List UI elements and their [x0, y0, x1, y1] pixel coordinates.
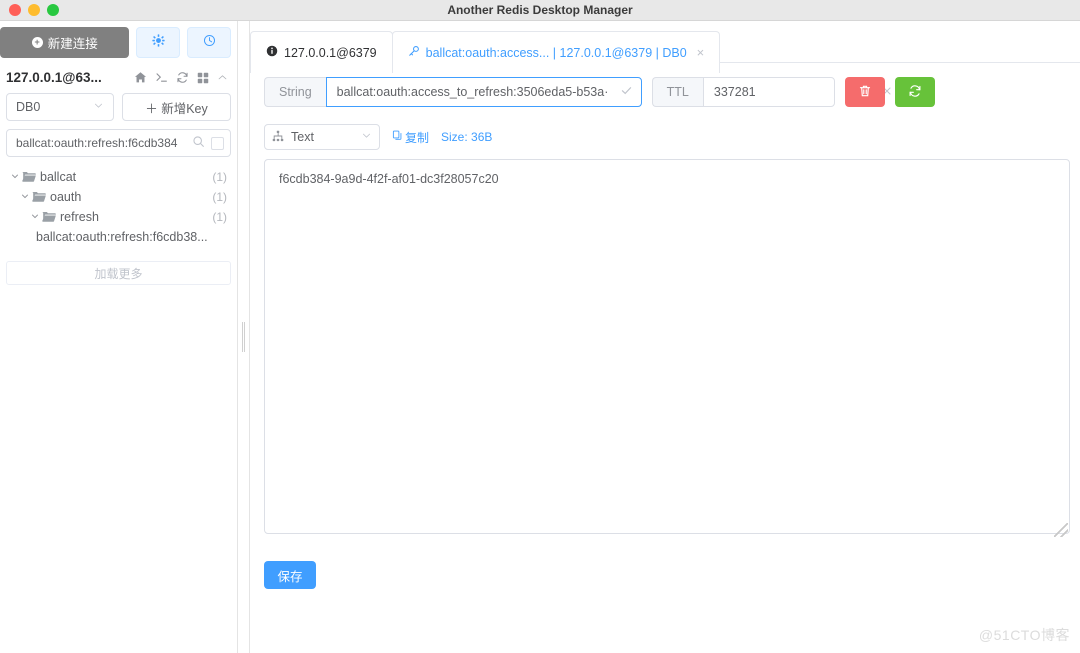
chevron-down-icon[interactable] — [18, 191, 32, 203]
window-titlebar: Another Redis Desktop Manager — [0, 0, 1080, 21]
chevron-up-icon[interactable] — [217, 72, 228, 83]
chevron-down-icon — [361, 130, 372, 144]
key-tree: ballcat (1) oauth (1) refresh (1) ballca… — [0, 157, 237, 247]
tree-node-label: oauth — [50, 190, 82, 204]
search-input[interactable] — [16, 136, 186, 150]
tab-bar: 127.0.0.1@6379 ballcat:oauth:access... |… — [250, 21, 1080, 73]
key-editor: String TTL — [250, 63, 1080, 589]
folder-icon — [32, 191, 46, 203]
ttl-label: TTL — [651, 77, 703, 107]
add-key-button[interactable]: ＋ 新增Key — [122, 93, 231, 121]
gear-icon — [152, 33, 165, 52]
key-name-input[interactable] — [336, 85, 614, 99]
view-format-select[interactable]: Text — [264, 124, 380, 150]
chevron-down-icon — [93, 100, 104, 114]
content-panel: 127.0.0.1@6379 ballcat:oauth:access... |… — [250, 21, 1080, 653]
folder-icon — [22, 171, 36, 183]
chevron-down-icon[interactable] — [28, 211, 42, 223]
key-toolbar-row: String TTL — [264, 77, 1070, 107]
key-filter-box[interactable] — [6, 129, 231, 157]
sidebar-toolbar: + 新建连接 — [0, 21, 237, 58]
tab-label: ballcat:oauth:access... | 127.0.0.1@6379… — [425, 45, 687, 60]
connection-name: 127.0.0.1@63... — [6, 70, 102, 85]
trash-icon — [858, 84, 872, 101]
delete-key-button[interactable] — [844, 77, 885, 107]
connection-action-icons — [134, 71, 228, 84]
folder-icon — [42, 211, 56, 223]
refresh-key-button[interactable] — [894, 77, 935, 107]
copy-value-button[interactable]: 复制 — [392, 129, 429, 146]
copy-label: 复制 — [405, 130, 430, 145]
db-select[interactable]: DB0 — [6, 93, 114, 121]
copy-icon — [392, 130, 403, 144]
sidebar-splitter[interactable] — [238, 21, 250, 653]
load-more-button[interactable]: 加载更多 — [6, 261, 231, 285]
db-select-value: DB0 — [16, 100, 41, 114]
grid-icon[interactable] — [197, 72, 209, 84]
refresh-icon[interactable] — [176, 71, 189, 84]
key-name-field[interactable] — [325, 77, 642, 107]
save-button[interactable]: 保存 — [264, 561, 316, 589]
tree-node-refresh[interactable]: refresh (1) — [0, 207, 237, 227]
key-icon — [408, 45, 420, 60]
value-toolbar-row: Text 复制 Size: 36B — [264, 124, 1070, 150]
tree-node-label: ballcat — [40, 170, 77, 184]
tree-node-count: (1) — [212, 210, 227, 224]
tree-node-ballcat[interactable]: ballcat (1) — [0, 167, 237, 187]
tree-node-key-item[interactable]: ballcat:oauth:refresh:f6cdb38... — [0, 227, 237, 247]
ttl-field[interactable] — [702, 77, 911, 107]
key-filter-row — [0, 121, 237, 157]
sidebar: + 新建连接 127.0.0.1@63... DB0 ＋ 新增Key ballc… — [0, 21, 238, 653]
search-icon[interactable] — [192, 135, 205, 151]
tree-node-oauth[interactable]: oauth (1) — [0, 187, 237, 207]
watermark: @51CTO博客 — [978, 627, 1070, 643]
settings-button[interactable] — [136, 27, 181, 58]
tree-node-count: (1) — [212, 190, 227, 204]
check-icon[interactable] — [620, 84, 633, 100]
info-icon — [266, 45, 278, 60]
history-button[interactable] — [187, 27, 231, 58]
connection-header[interactable]: 127.0.0.1@63... — [0, 58, 237, 93]
db-row: DB0 ＋ 新增Key — [0, 93, 237, 121]
tree-node-label: refresh — [60, 210, 99, 224]
new-connection-button[interactable]: + 新建连接 — [0, 27, 130, 58]
clock-icon — [203, 34, 216, 52]
window-title: Another Redis Desktop Manager — [447, 3, 633, 17]
view-format-value: Text — [291, 130, 314, 144]
tree-key-label: ballcat:oauth:refresh:f6cdb38... — [36, 230, 208, 244]
tree-node-count: (1) — [212, 170, 227, 184]
ttl-input-group: TTL — [651, 77, 911, 107]
plus-circle-icon: + — [31, 37, 43, 48]
tab-label: 127.0.0.1@6379 — [284, 45, 377, 60]
refresh-icon — [908, 84, 922, 101]
close-icon[interactable]: × — [697, 45, 705, 60]
value-textarea[interactable] — [264, 159, 1070, 534]
regex-checkbox[interactable] — [211, 136, 224, 150]
app-frame: + 新建连接 127.0.0.1@63... DB0 ＋ 新增Key ballc… — [0, 21, 1080, 653]
home-icon[interactable] — [134, 71, 147, 84]
value-size-text: Size: 36B — [441, 130, 493, 144]
key-input-group: String — [264, 77, 642, 107]
format-icon — [272, 130, 284, 145]
value-textarea-wrap — [264, 150, 1070, 539]
new-connection-label: 新建连接 — [47, 37, 98, 51]
key-type-label: String — [264, 77, 326, 107]
terminal-icon[interactable] — [155, 71, 168, 84]
splitter-grip-icon — [241, 322, 246, 352]
chevron-down-icon[interactable] — [8, 171, 22, 183]
